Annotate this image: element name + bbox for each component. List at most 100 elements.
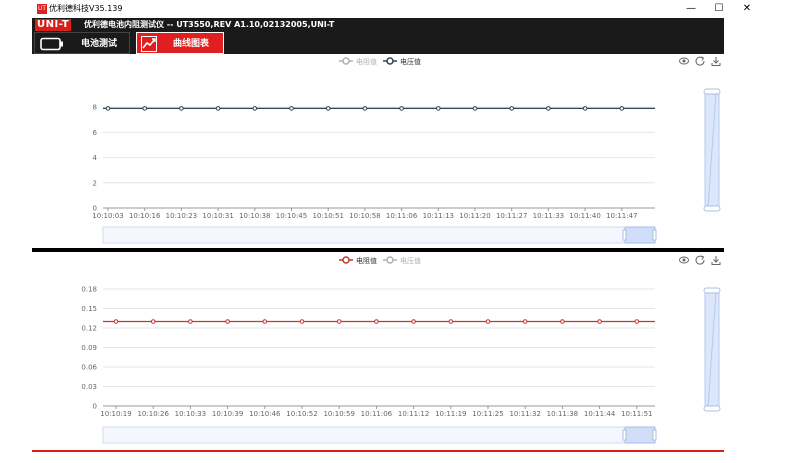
x-tick-label: 10:10:51 bbox=[312, 212, 343, 220]
x-tick-label: 10:11:12 bbox=[398, 410, 429, 418]
data-point bbox=[299, 319, 305, 324]
zoom-slider-handle-left[interactable] bbox=[622, 229, 627, 241]
y-tick-label: 0.12 bbox=[81, 325, 97, 333]
x-tick-label: 10:10:39 bbox=[212, 410, 243, 418]
x-tick-label: 10:10:16 bbox=[129, 212, 161, 220]
download-icon[interactable] bbox=[711, 256, 721, 265]
data-point bbox=[262, 319, 268, 324]
data-point bbox=[225, 319, 230, 324]
voltage-chart-panel: 电阻值 电压值 0 2 4 6 8 10:10:03 10:10:16 10:10:23 10:10… bbox=[32, 54, 724, 250]
x-tick-label: 10:10:23 bbox=[166, 212, 197, 220]
brand-logo: UNI-T bbox=[35, 19, 72, 31]
legend-marker bbox=[386, 57, 394, 65]
y-tick-label: 0.03 bbox=[81, 383, 97, 391]
data-point bbox=[472, 106, 478, 111]
x-tick-label: 10:10:58 bbox=[349, 212, 380, 220]
legend-label: 电压值 bbox=[400, 57, 421, 66]
x-tick-label: 10:10:03 bbox=[92, 212, 123, 220]
legend-label: 电阻值 bbox=[356, 57, 377, 66]
vertical-zoom-handle-bottom[interactable] bbox=[703, 405, 721, 412]
refresh-icon[interactable] bbox=[695, 56, 705, 66]
legend-marker bbox=[342, 57, 350, 65]
x-tick-label: 10:10:38 bbox=[239, 212, 270, 220]
legend-marker bbox=[386, 256, 394, 264]
x-tick-label: 10:11:20 bbox=[459, 212, 490, 220]
refresh-icon[interactable] bbox=[695, 255, 705, 265]
x-tick-label: 10:10:45 bbox=[276, 212, 307, 220]
zoom-slider-window[interactable] bbox=[624, 226, 656, 244]
data-point bbox=[509, 106, 515, 111]
data-point bbox=[597, 319, 602, 324]
vertical-zoom-handle-bottom[interactable] bbox=[703, 205, 721, 212]
y-tick-label: 6 bbox=[93, 129, 98, 137]
zoom-slider-window[interactable] bbox=[624, 426, 656, 444]
voltage-chart: 电阻值 电压值0246810:10:03 10:10:16 10:10:23 10:10… bbox=[92, 56, 721, 244]
app-icon: UT bbox=[37, 4, 47, 14]
data-point bbox=[336, 319, 342, 324]
x-tick-label: 10:11:19 bbox=[435, 410, 466, 418]
y-tick-label: 8 bbox=[93, 104, 97, 112]
resistance-chart: 电阻值 电压值 0 0.03 0.06 0.09 0.12 0.15 0.18 10:10:19 1… bbox=[81, 255, 721, 444]
y-tick-label: 0.15 bbox=[81, 305, 97, 313]
y-tick-label: 4 bbox=[93, 154, 98, 162]
line-chart-icon bbox=[141, 36, 157, 52]
download-icon[interactable] bbox=[711, 57, 721, 66]
data-point bbox=[142, 106, 147, 111]
data-point bbox=[436, 106, 441, 111]
data-point bbox=[634, 319, 640, 324]
y-tick-label: 0 bbox=[93, 403, 97, 411]
vertical-zoom-handle-top[interactable] bbox=[703, 88, 721, 95]
data-point bbox=[215, 106, 221, 111]
y-tick-label: 0.09 bbox=[81, 344, 97, 352]
eye-icon[interactable] bbox=[679, 256, 689, 264]
y-tick-label: 2 bbox=[93, 179, 97, 187]
data-point bbox=[289, 106, 294, 111]
legend-item[interactable]: 电阻值 bbox=[339, 57, 377, 66]
tab-curve-chart[interactable]: 曲线图表 bbox=[136, 32, 224, 54]
minimize-button[interactable]: — bbox=[677, 0, 705, 18]
x-tick-label: 10:11:32 bbox=[509, 410, 540, 418]
zoom-slider-track[interactable] bbox=[102, 226, 656, 244]
zoom-slider-track[interactable] bbox=[102, 426, 656, 444]
data-point bbox=[582, 106, 588, 111]
legend-item[interactable]: 电压值 bbox=[383, 256, 421, 265]
maximize-button[interactable]: ☐ bbox=[705, 0, 733, 18]
tab-battery-test[interactable]: 电池测试 bbox=[34, 32, 130, 54]
data-point bbox=[411, 319, 416, 324]
x-tick-label: 10:11:47 bbox=[606, 212, 637, 220]
y-tick-label: 0.06 bbox=[81, 364, 97, 372]
x-tick-label: 10:11:13 bbox=[423, 212, 454, 220]
x-tick-label: 10:10:46 bbox=[249, 410, 281, 418]
legend-item[interactable]: 电压值 bbox=[383, 57, 421, 66]
legend-item[interactable]: 电阻值 bbox=[339, 256, 377, 265]
close-button[interactable]: ✕ bbox=[733, 0, 761, 18]
x-tick-label: 10:11:27 bbox=[496, 212, 527, 220]
zoom-slider-handle-left[interactable] bbox=[622, 429, 627, 441]
zoom-slider-handle-right[interactable] bbox=[652, 429, 657, 441]
x-tick-label: 10:10:31 bbox=[202, 212, 233, 220]
data-point bbox=[113, 319, 119, 324]
data-point bbox=[179, 106, 184, 111]
tab-curve-chart-label: 曲线图表 bbox=[173, 39, 210, 49]
data-point bbox=[374, 319, 379, 324]
data-point bbox=[325, 106, 331, 111]
window-title: 优利德科技V35.139 bbox=[49, 4, 123, 13]
zoom-slider-handle-right[interactable] bbox=[652, 229, 657, 241]
x-tick-label: 10:11:06 bbox=[361, 410, 393, 418]
data-point bbox=[522, 319, 528, 324]
x-tick-label: 10:10:19 bbox=[100, 410, 131, 418]
legend-label: 电压值 bbox=[400, 256, 421, 265]
data-point bbox=[362, 106, 368, 111]
x-tick-label: 10:10:26 bbox=[137, 410, 169, 418]
eye-icon[interactable] bbox=[679, 57, 689, 65]
x-tick-label: 10:11:25 bbox=[472, 410, 503, 418]
data-point bbox=[546, 106, 551, 111]
x-tick-label: 10:11:51 bbox=[621, 410, 652, 418]
vertical-zoom-handle-top[interactable] bbox=[703, 287, 721, 294]
x-tick-label: 10:10:59 bbox=[323, 410, 354, 418]
battery-icon bbox=[40, 37, 63, 51]
window-titlebar: UT 优利德科技V35.139 — ☐ ✕ bbox=[0, 0, 790, 18]
tab-battery-test-label: 电池测试 bbox=[81, 39, 118, 49]
x-tick-label: 10:11:06 bbox=[386, 212, 418, 220]
app-header: UNI-T 优利德电池内阻测试仪 -- UT3550,REV A1.10,021… bbox=[32, 18, 724, 32]
